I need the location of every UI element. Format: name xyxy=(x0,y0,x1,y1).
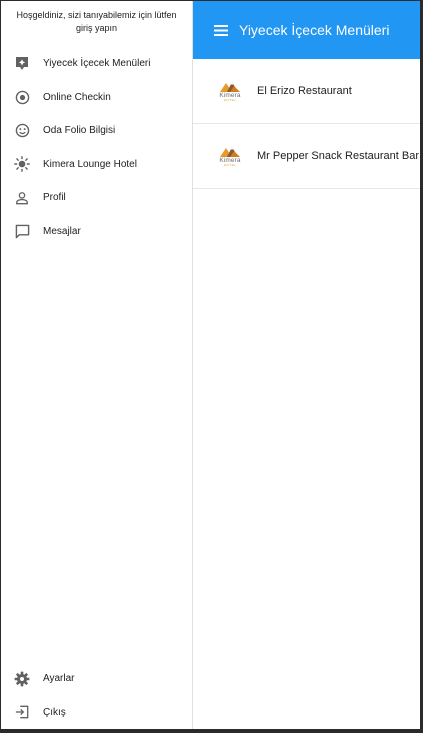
kimera-logo-icon: Kimera HOTEL xyxy=(213,145,247,167)
restaurant-name: Mr Pepper Snack Restaurant Bar xyxy=(257,150,420,162)
main-content: Yiyecek İçecek Menüleri Kimera HOTEL El … xyxy=(193,1,420,729)
restaurant-name: El Erizo Restaurant xyxy=(257,85,352,97)
sidebar-item-messages[interactable]: Mesajlar xyxy=(1,215,192,249)
radio-target-icon xyxy=(13,88,31,106)
restaurant-list: Kimera HOTEL El Erizo Restaurant Kimera … xyxy=(193,59,420,189)
sidebar-item-profile[interactable]: Profil xyxy=(1,181,192,215)
navigation-drawer: Hoşgeldiniz, sizi tanıyabilemiz için lüt… xyxy=(1,1,193,729)
sun-icon xyxy=(13,155,31,173)
welcome-message: Hoşgeldiniz, sizi tanıyabilemiz için lüt… xyxy=(16,10,177,33)
logout-icon xyxy=(13,703,31,721)
smiley-icon xyxy=(13,122,31,140)
sidebar-item-label: Çıkış xyxy=(43,706,66,718)
sidebar-item-label: Mesajlar xyxy=(43,225,81,237)
drawer-menu: Yiyecek İçecek Menüleri Online Checkin O… xyxy=(1,47,192,248)
sidebar-item-settings[interactable]: Ayarlar xyxy=(1,662,192,696)
sidebar-item-lounge-hotel[interactable]: Kimera Lounge Hotel xyxy=(1,148,192,182)
food-menu-icon xyxy=(13,55,31,73)
sidebar-item-label: Kimera Lounge Hotel xyxy=(43,158,137,170)
gear-icon xyxy=(13,670,31,688)
restaurant-row-mr-pepper[interactable]: Kimera HOTEL Mr Pepper Snack Restaurant … xyxy=(193,124,420,189)
app-bar: Yiyecek İçecek Menüleri xyxy=(193,1,420,59)
drawer-bottom-menu: Ayarlar Çıkış xyxy=(1,662,192,729)
person-icon xyxy=(13,189,31,207)
menu-icon[interactable] xyxy=(201,10,241,50)
app-window: Yiyecek İçecek Menüleri Kimera HOTEL El … xyxy=(1,1,420,729)
sidebar-item-label: Yiyecek İçecek Menüleri xyxy=(43,58,151,70)
sidebar-item-label: Ayarlar xyxy=(43,673,75,685)
sidebar-item-label: Online Checkin xyxy=(43,91,111,103)
sidebar-item-food-menus[interactable]: Yiyecek İçecek Menüleri xyxy=(1,47,192,81)
message-icon xyxy=(13,222,31,240)
sidebar-item-logout[interactable]: Çıkış xyxy=(1,696,192,730)
restaurant-row-el-erizo[interactable]: Kimera HOTEL El Erizo Restaurant xyxy=(193,59,420,124)
kimera-logo-icon: Kimera HOTEL xyxy=(213,80,247,102)
sidebar-item-label: Oda Folio Bilgisi xyxy=(43,125,116,137)
sidebar-item-label: Profil xyxy=(43,192,66,204)
sidebar-item-room-folio[interactable]: Oda Folio Bilgisi xyxy=(1,114,192,148)
sidebar-item-online-checkin[interactable]: Online Checkin xyxy=(1,81,192,115)
page-title: Yiyecek İçecek Menüleri xyxy=(239,22,390,38)
